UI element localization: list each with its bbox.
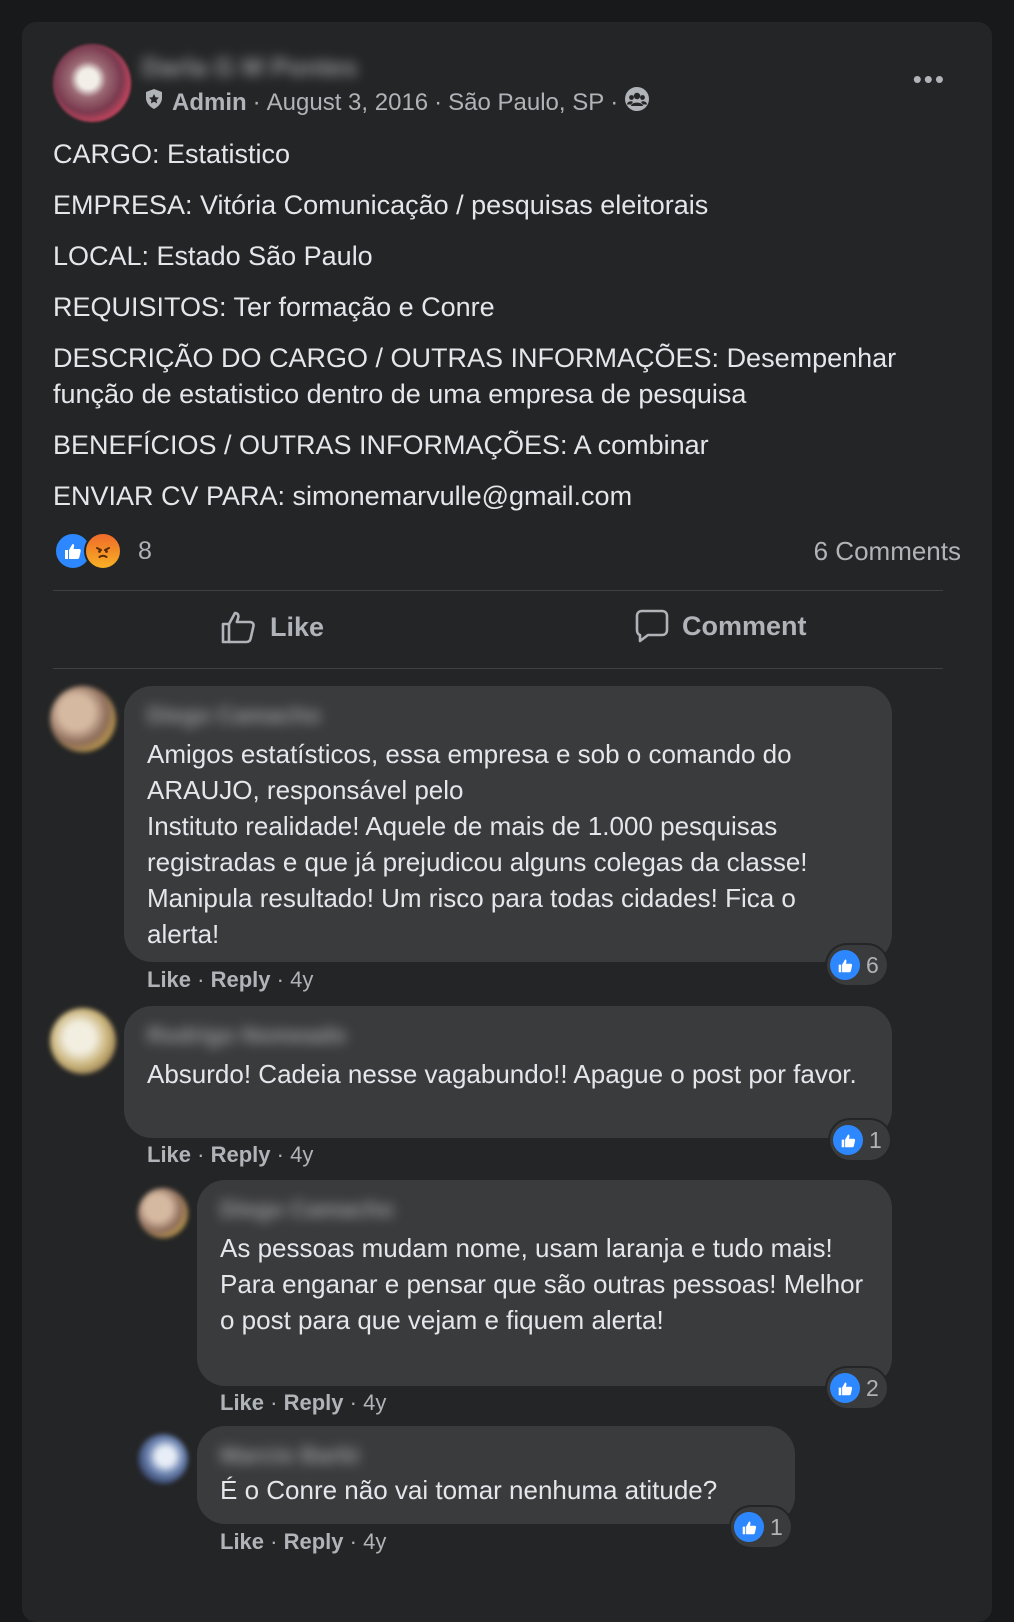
more-options-icon[interactable]: •••: [913, 64, 946, 95]
comment-like-link[interactable]: Like: [220, 1390, 264, 1415]
commenter-name[interactable]: Marcio Barbi: [220, 1442, 771, 1468]
like-button[interactable]: Like: [220, 608, 324, 646]
comment-actions: Like · Reply · 4y: [220, 1390, 387, 1415]
commenter-avatar[interactable]: [50, 686, 116, 752]
comment-reply-link[interactable]: Reply: [211, 1142, 271, 1167]
comment-reply-link[interactable]: Reply: [211, 967, 271, 992]
meta-separator: ·: [252, 88, 261, 116]
commenter-name[interactable]: Rodrigo Nomeado: [147, 1022, 868, 1052]
comment-actions: Like · Reply · 4y: [147, 1142, 314, 1167]
comment-bubble: Rodrigo Nomeado Absurdo! Cadeia nesse va…: [124, 1006, 892, 1138]
commenter-name[interactable]: Diego Camacho: [147, 702, 868, 732]
author-avatar[interactable]: [53, 44, 131, 122]
post-line: CARGO: Estatistico: [53, 139, 291, 169]
commenter-avatar[interactable]: [138, 1434, 188, 1484]
divider: [53, 590, 943, 591]
comment-bubble: Diego Camacho Amigos estatísticos, essa …: [124, 686, 892, 962]
post-location[interactable]: São Paulo, SP: [448, 89, 604, 117]
comment-reaction-badge[interactable]: 1: [731, 1507, 791, 1547]
comment-like-count: 1: [770, 1513, 783, 1540]
thumbs-up-icon: [220, 608, 258, 646]
like-reaction-icon: [833, 1125, 863, 1155]
commenter-name[interactable]: Diego Camacho: [220, 1196, 868, 1226]
comment-reaction-badge[interactable]: 2: [827, 1368, 887, 1408]
comment-reaction-badge[interactable]: 6: [827, 945, 887, 985]
comment-like-link[interactable]: Like: [147, 967, 191, 992]
comment-button[interactable]: Comment: [634, 608, 807, 644]
comment-like-count: 6: [866, 951, 879, 978]
like-reaction-icon: [734, 1512, 764, 1542]
commenter-avatar[interactable]: [138, 1188, 188, 1238]
reply-bubble: Diego Camacho As pessoas mudam nome, usa…: [197, 1180, 892, 1386]
comment-text: Absurdo! Cadeia nesse vagabundo!! Apague…: [147, 1059, 857, 1089]
comment-label: Comment: [682, 610, 807, 641]
comment-reply-link[interactable]: Reply: [284, 1529, 344, 1554]
comment-like-count: 1: [869, 1126, 882, 1153]
comment-time[interactable]: 4y: [363, 1529, 386, 1554]
comment-time[interactable]: 4y: [363, 1390, 386, 1415]
author-name[interactable]: Darla G M Pontes: [142, 52, 357, 83]
like-reaction-icon: [830, 950, 860, 980]
admin-label: Admin: [172, 88, 247, 116]
meta-separator: ·: [434, 88, 443, 116]
reply-bubble: Marcio Barbi É o Conre não vai tomar nen…: [197, 1426, 795, 1524]
comment-like-link[interactable]: Like: [147, 1142, 191, 1167]
comment-actions: Like · Reply · 4y: [147, 967, 314, 992]
reaction-count: 8: [138, 536, 152, 565]
post-meta: Admin · August 3, 2016 · São Paulo, SP ·: [144, 86, 650, 119]
post-card: Darla G M Pontes Admin · August 3, 2016 …: [22, 22, 992, 1622]
comment-reply-link[interactable]: Reply: [284, 1390, 344, 1415]
group-audience-icon: [624, 86, 650, 119]
speech-bubble-icon: [634, 608, 670, 644]
commenter-avatar[interactable]: [50, 1008, 116, 1074]
post-line: LOCAL: Estado São Paulo: [53, 241, 373, 271]
post-line: BENEFÍCIOS / OUTRAS INFORMAÇÕES: A combi…: [53, 430, 709, 460]
like-reaction-icon: [830, 1373, 860, 1403]
post-line: DESCRIÇÃO DO CARGO / OUTRAS INFORMAÇÕES:…: [53, 343, 897, 409]
reaction-summary[interactable]: 8: [54, 532, 152, 570]
post-line: EMPRESA: Vitória Comunicação / pesquisas…: [53, 190, 709, 220]
post-date[interactable]: August 3, 2016: [267, 89, 428, 117]
comment-text: Amigos estatísticos, essa empresa e sob …: [147, 739, 808, 949]
comments-count[interactable]: 6 Comments: [814, 536, 961, 567]
comment-text: É o Conre não vai tomar nenhuma atitude?: [220, 1475, 718, 1505]
comment-actions: Like · Reply · 4y: [220, 1529, 387, 1554]
comment-like-count: 2: [866, 1374, 879, 1401]
angry-reaction-icon: [84, 532, 122, 570]
comment-time[interactable]: 4y: [290, 967, 313, 992]
comment-text: As pessoas mudam nome, usam laranja e tu…: [220, 1233, 864, 1335]
like-label: Like: [270, 611, 325, 642]
divider: [53, 668, 943, 669]
post-body: CARGO: Estatistico EMPRESA: Vitória Comu…: [53, 136, 953, 529]
post-line: ENVIAR CV PARA: simonemarvulle@gmail.com: [53, 481, 633, 511]
comment-reaction-badge[interactable]: 1: [830, 1120, 890, 1160]
comment-time[interactable]: 4y: [290, 1142, 313, 1167]
meta-separator: ·: [610, 88, 619, 116]
comment-like-link[interactable]: Like: [220, 1529, 264, 1554]
admin-badge-icon: [144, 88, 164, 117]
post-line: REQUISITOS: Ter formação e Conre: [53, 292, 495, 322]
